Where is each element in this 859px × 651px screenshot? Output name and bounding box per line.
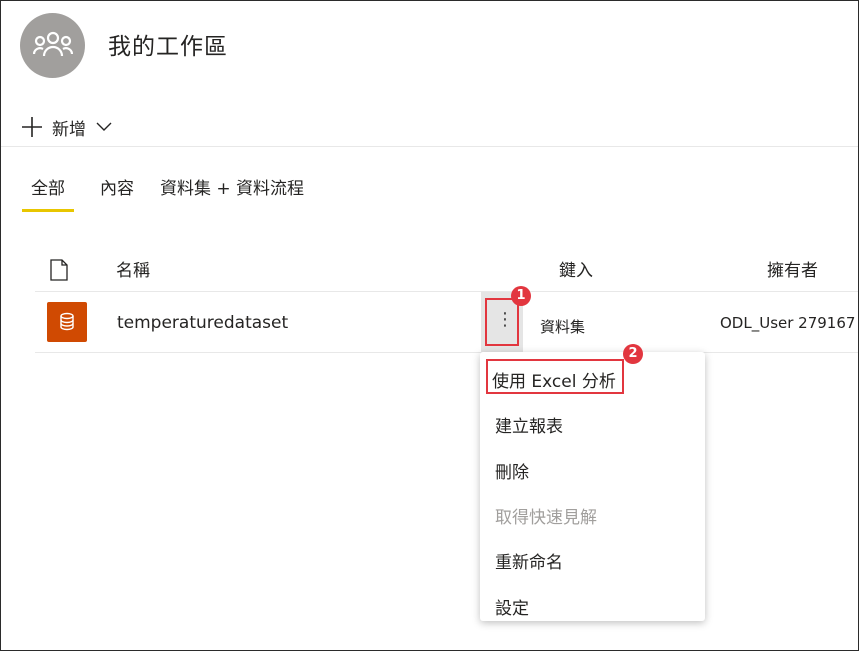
- tab-all[interactable]: 全部: [22, 174, 74, 212]
- people-group-icon: [33, 31, 73, 57]
- new-button[interactable]: 新增: [22, 115, 112, 140]
- list-header: 名稱 鍵入 擁有者: [35, 251, 858, 292]
- content-tabs: 全部 內容 資料集 + 資料流程: [22, 174, 330, 212]
- dataset-icon: [47, 302, 87, 342]
- dataset-owner: ODL_User 279167: [720, 314, 856, 332]
- menu-item-delete[interactable]: 刪除: [495, 458, 529, 483]
- tab-content[interactable]: 內容: [100, 174, 134, 212]
- table-row[interactable]: temperaturedataset ⋮ 1 資料集 ODL_User 2791…: [35, 286, 858, 353]
- tab-datasets-dataflows[interactable]: 資料集 + 資料流程: [160, 174, 304, 212]
- page-title: 我的工作區: [108, 34, 228, 60]
- callout-badge-2: 2: [623, 344, 643, 364]
- dataset-name[interactable]: temperaturedataset: [117, 313, 288, 333]
- menu-item-settings[interactable]: 設定: [495, 594, 529, 619]
- workspace-avatar: [20, 13, 85, 78]
- column-header-name[interactable]: 名稱: [116, 256, 150, 281]
- file-icon: [50, 259, 68, 281]
- dataset-type: 資料集: [540, 318, 586, 336]
- context-menu: 使用 Excel 分析 2 建立報表 刪除 取得快速見解 重新命名 設定: [480, 344, 705, 621]
- header-divider: [1, 146, 858, 147]
- plus-icon: [22, 117, 42, 137]
- menu-item-rename[interactable]: 重新命名: [495, 548, 563, 573]
- callout-badge-1: 1: [511, 286, 531, 306]
- callout-highlight-2: [486, 359, 624, 394]
- column-header-type[interactable]: 鍵入: [559, 256, 593, 281]
- app-frame: 我的工作區 新增 全部 內容 資料集 + 資料流程 名稱 鍵入 擁有者 temp…: [0, 0, 859, 651]
- menu-item-create-report[interactable]: 建立報表: [495, 412, 563, 437]
- chevron-down-icon: [96, 122, 112, 131]
- callout-highlight-1: [485, 298, 519, 346]
- column-header-owner[interactable]: 擁有者: [767, 256, 818, 281]
- new-button-label: 新增: [52, 119, 86, 140]
- menu-item-quick-insights: 取得快速見解: [495, 508, 597, 528]
